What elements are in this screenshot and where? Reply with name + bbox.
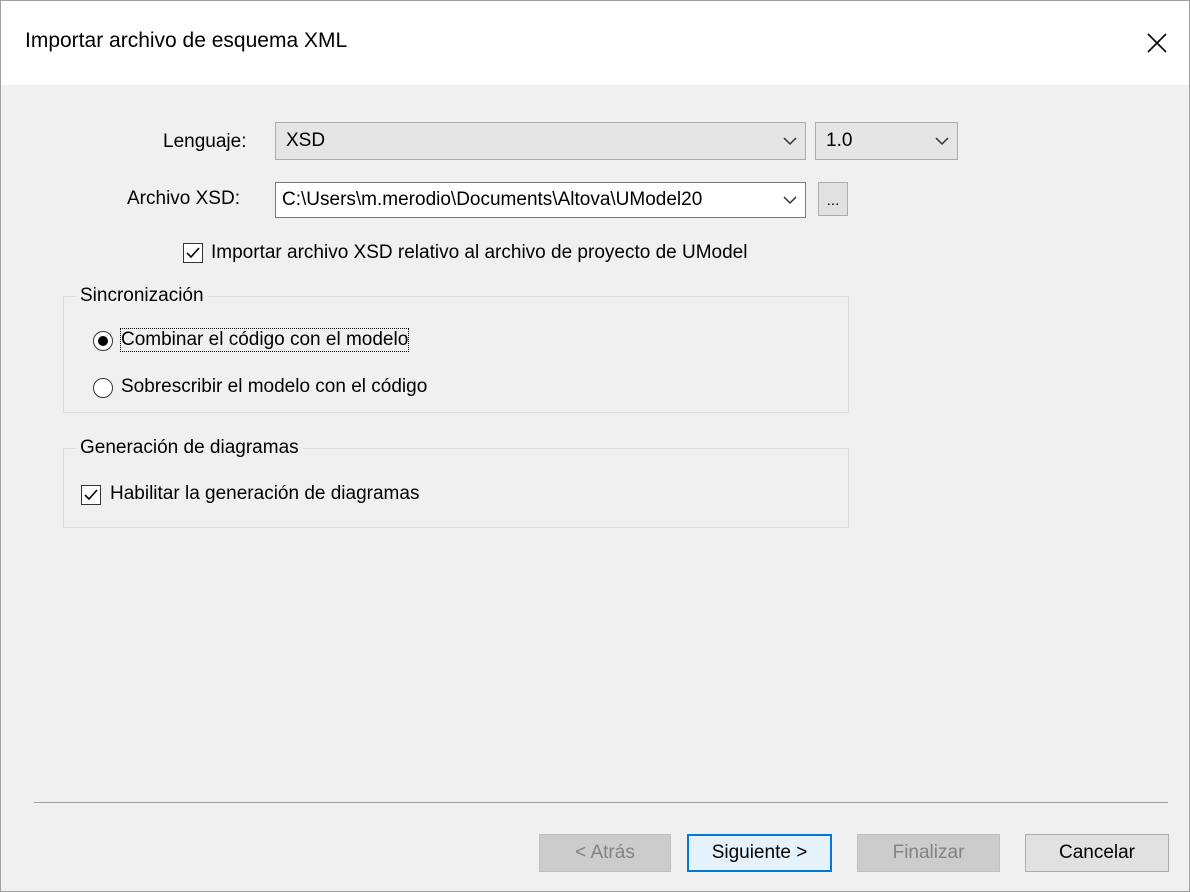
browse-button[interactable]: ... (818, 182, 848, 216)
checkmark-icon (186, 247, 200, 259)
enable-diagram-label[interactable]: Habilitar la generación de diagramas (110, 483, 419, 505)
footer-separator (34, 802, 1168, 803)
xsd-file-combo[interactable]: C:\Users\m.merodio\Documents\Altova\UMod… (275, 182, 806, 218)
checkmark-icon (84, 489, 98, 501)
chevron-down-icon (775, 136, 805, 146)
overwrite-radio-label[interactable]: Sobrescribir el modelo con el código (121, 376, 427, 398)
language-value: XSD (286, 130, 326, 151)
dialog-title: Importar archivo de esquema XML (25, 29, 348, 52)
version-select[interactable]: 1.0 (815, 122, 958, 160)
relative-import-label[interactable]: Importar archivo XSD relativo al archivo… (211, 242, 747, 264)
finish-button[interactable]: Finalizar (857, 834, 1000, 872)
language-select[interactable]: XSD (275, 122, 806, 160)
diagram-group-title: Generación de diagramas (76, 437, 303, 459)
merge-radio[interactable] (93, 331, 113, 351)
sync-group-title: Sincronización (76, 285, 208, 307)
chevron-down-icon (775, 195, 805, 205)
xsd-file-path: C:\Users\m.merodio\Documents\Altova\UMod… (282, 189, 703, 210)
enable-diagram-checkbox[interactable] (81, 485, 101, 505)
title-bar: Importar archivo de esquema XML (1, 1, 1189, 85)
overwrite-radio[interactable] (93, 378, 113, 398)
version-value: 1.0 (826, 130, 853, 151)
radio-selected-dot (98, 336, 108, 346)
language-label: Lenguaje: (163, 131, 247, 152)
merge-radio-label[interactable]: Combinar el código con el modelo (119, 328, 410, 352)
relative-import-checkbox[interactable] (183, 243, 203, 263)
close-icon (1147, 33, 1167, 53)
chevron-down-icon (927, 136, 957, 146)
xsd-file-label: Archivo XSD: (127, 188, 240, 209)
next-button[interactable]: Siguiente > (687, 834, 832, 872)
back-button[interactable]: < Atrás (539, 834, 671, 872)
cancel-button[interactable]: Cancelar (1025, 834, 1169, 872)
close-button[interactable] (1125, 1, 1189, 85)
